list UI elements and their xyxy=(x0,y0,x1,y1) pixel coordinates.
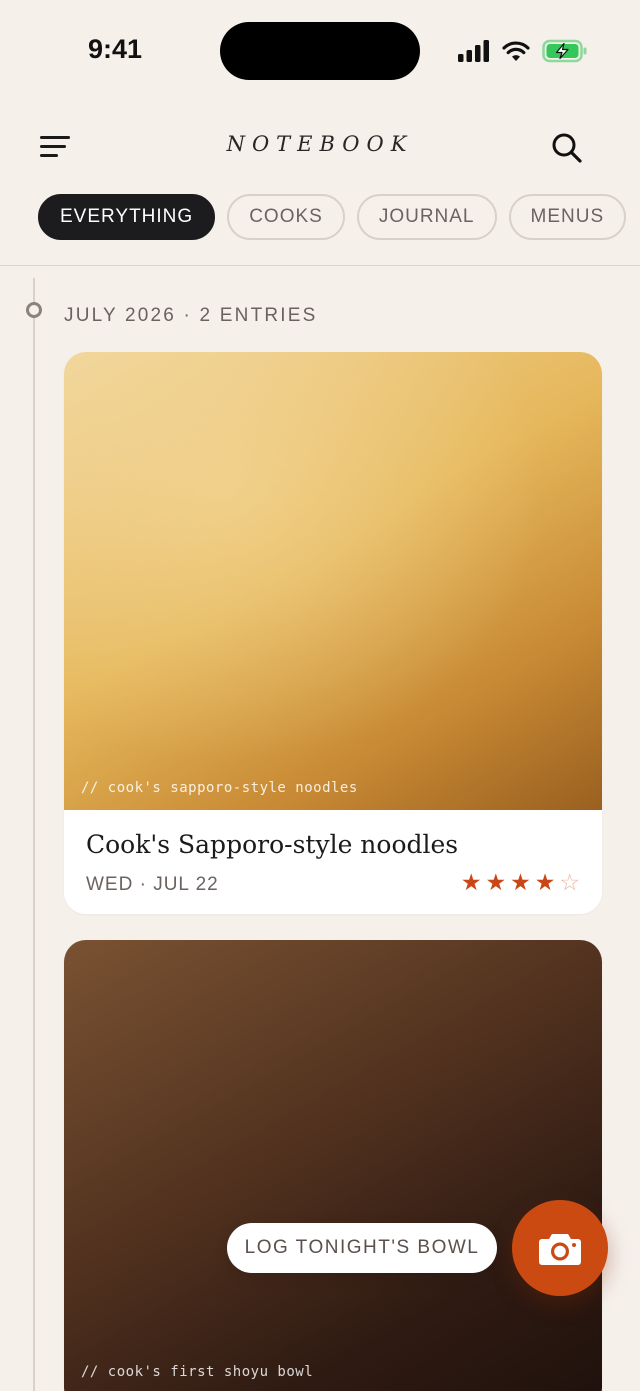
status-bar: 9:41 xyxy=(0,0,640,100)
timeline-line xyxy=(33,278,35,1391)
filter-chip-cooks[interactable]: COOKS xyxy=(227,194,345,240)
app-header: NOTEBOOK xyxy=(0,112,640,182)
star-filled-icon: ★ xyxy=(485,870,507,896)
camera-icon xyxy=(539,1234,581,1265)
entry-photo: // cook's sapporo-style noodles xyxy=(64,352,602,810)
entry-date: WED · JUL 22 xyxy=(86,874,219,895)
cellular-signal-icon xyxy=(458,40,489,62)
entry-photo: // cook's first shoyu bowl xyxy=(64,940,602,1391)
photo-caption: // cook's first shoyu bowl xyxy=(81,1364,314,1380)
timeline-node xyxy=(26,302,42,318)
filter-chip-journal[interactable]: JOURNAL xyxy=(356,194,497,240)
entry-card[interactable]: // cook's first shoyu bowl xyxy=(64,940,602,1391)
app-title: NOTEBOOK xyxy=(226,132,414,156)
filter-chips: EVERYTHING COOKS JOURNAL MENUS xyxy=(38,194,627,240)
entry-card[interactable]: // cook's sapporo-style noodles Cook's S… xyxy=(64,352,602,914)
month-heading: JULY 2026 · 2 ENTRIES xyxy=(64,305,318,326)
star-filled-icon: ★ xyxy=(460,870,482,896)
status-time: 9:41 xyxy=(88,34,143,64)
photo-caption: // cook's sapporo-style noodles xyxy=(81,780,358,796)
entry-title: Cook's Sapporo-style noodles xyxy=(86,830,459,859)
status-icons xyxy=(458,38,588,64)
entry-card-body: Cook's Sapporo-style noodles WED · JUL 2… xyxy=(64,810,602,914)
dynamic-island xyxy=(220,22,420,80)
header-divider xyxy=(0,265,640,266)
log-tonights-bowl-button[interactable]: LOG TONIGHT'S BOWL xyxy=(227,1223,497,1273)
filter-chip-everything[interactable]: EVERYTHING xyxy=(38,194,216,240)
battery-charging-icon xyxy=(542,39,587,63)
camera-fab-button[interactable] xyxy=(512,1200,608,1296)
search-icon[interactable] xyxy=(550,131,584,165)
star-filled-icon: ★ xyxy=(510,870,531,896)
star-rating: ★ ★ ★ ★ ☆ xyxy=(461,870,580,896)
star-empty-icon: ☆ xyxy=(559,870,580,896)
star-filled-icon: ★ xyxy=(534,870,556,896)
filter-chip-menus[interactable]: MENUS xyxy=(508,194,627,240)
wifi-icon xyxy=(502,41,530,61)
